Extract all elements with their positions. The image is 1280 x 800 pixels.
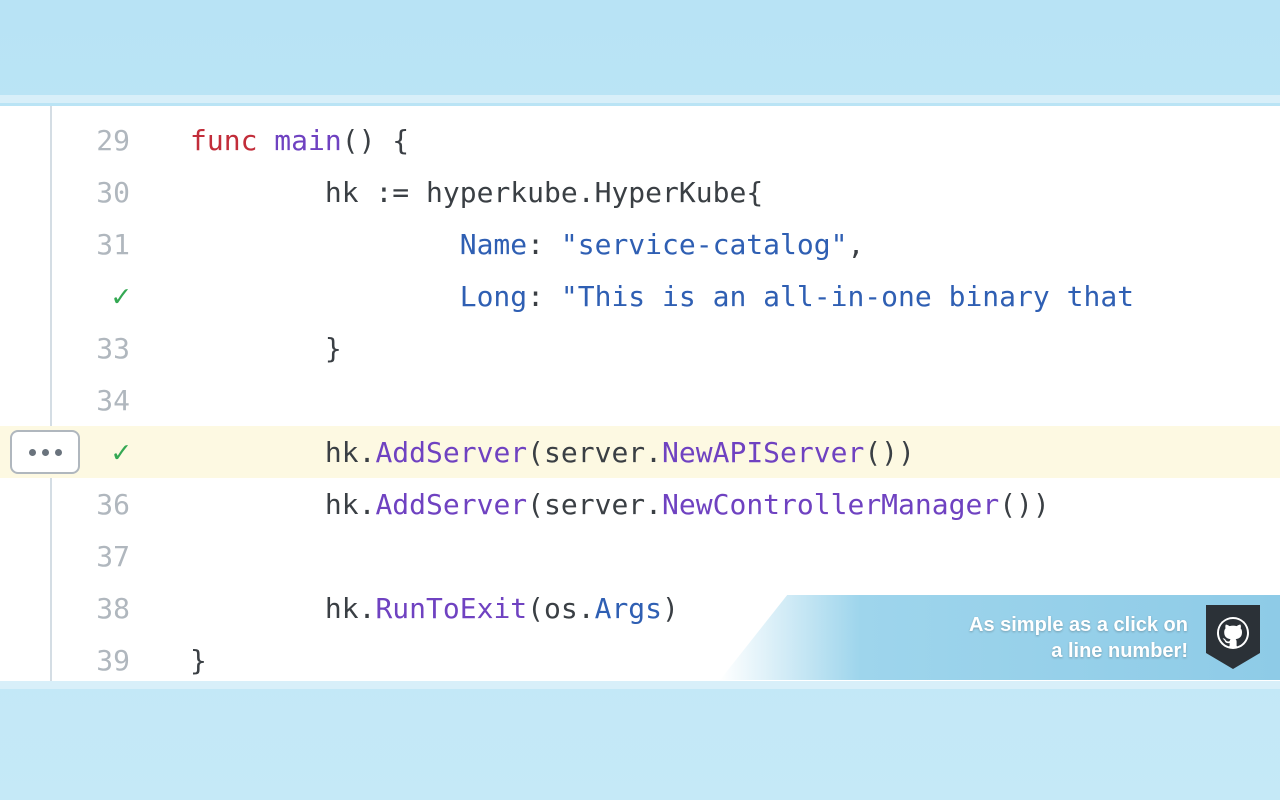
bottom-accent-band: [0, 681, 1280, 689]
ellipsis-icon: [42, 449, 49, 456]
code-line: 33 }: [0, 322, 1280, 374]
code-panel: 29func main() {30 hk := hyperkube.HyperK…: [0, 106, 1280, 681]
ellipsis-icon: [29, 449, 36, 456]
line-number[interactable]: 30: [0, 176, 160, 209]
code-line: 31 Name: "service-catalog",: [0, 218, 1280, 270]
promo-text: As simple as a click on a line number!: [969, 612, 1188, 664]
line-number[interactable]: 31: [0, 228, 160, 261]
line-number[interactable]: ✓: [0, 279, 160, 314]
code-content: }: [160, 332, 1280, 365]
line-number[interactable]: 33: [0, 332, 160, 365]
ellipsis-icon: [55, 449, 62, 456]
top-accent-band: [0, 95, 1280, 103]
github-badge-icon[interactable]: [1204, 603, 1262, 673]
check-icon: ✓: [112, 435, 130, 470]
line-number[interactable]: 38: [0, 592, 160, 625]
line-number[interactable]: 36: [0, 488, 160, 521]
code-content: [160, 384, 1280, 417]
code-content: hk.AddServer(server.NewAPIServer()): [160, 436, 1280, 469]
line-actions-button[interactable]: [10, 430, 80, 474]
line-number[interactable]: 34: [0, 384, 160, 417]
code-content: func main() {: [160, 124, 1280, 157]
code-content: Name: "service-catalog",: [160, 228, 1280, 261]
promo-banner: As simple as a click on a line number!: [720, 595, 1280, 680]
line-number[interactable]: 39: [0, 644, 160, 677]
code-line: 29func main() {: [0, 114, 1280, 166]
check-icon: ✓: [112, 279, 130, 314]
code-line: 37: [0, 530, 1280, 582]
line-number[interactable]: 29: [0, 124, 160, 157]
code-line: 36 hk.AddServer(server.NewControllerMana…: [0, 478, 1280, 530]
line-number[interactable]: 37: [0, 540, 160, 573]
code-content: hk.AddServer(server.NewControllerManager…: [160, 488, 1280, 521]
code-line: ✓ Long: "This is an all-in-one binary th…: [0, 270, 1280, 322]
code-content: hk := hyperkube.HyperKube{: [160, 176, 1280, 209]
code-line: ✓ hk.AddServer(server.NewAPIServer()): [0, 426, 1280, 478]
code-content: Long: "This is an all-in-one binary that: [160, 280, 1280, 313]
promo-line-1: As simple as a click on: [969, 614, 1188, 636]
code-line: 30 hk := hyperkube.HyperKube{: [0, 166, 1280, 218]
code-content: [160, 540, 1280, 573]
code-line: 34: [0, 374, 1280, 426]
promo-line-2: a line number!: [1051, 640, 1188, 662]
